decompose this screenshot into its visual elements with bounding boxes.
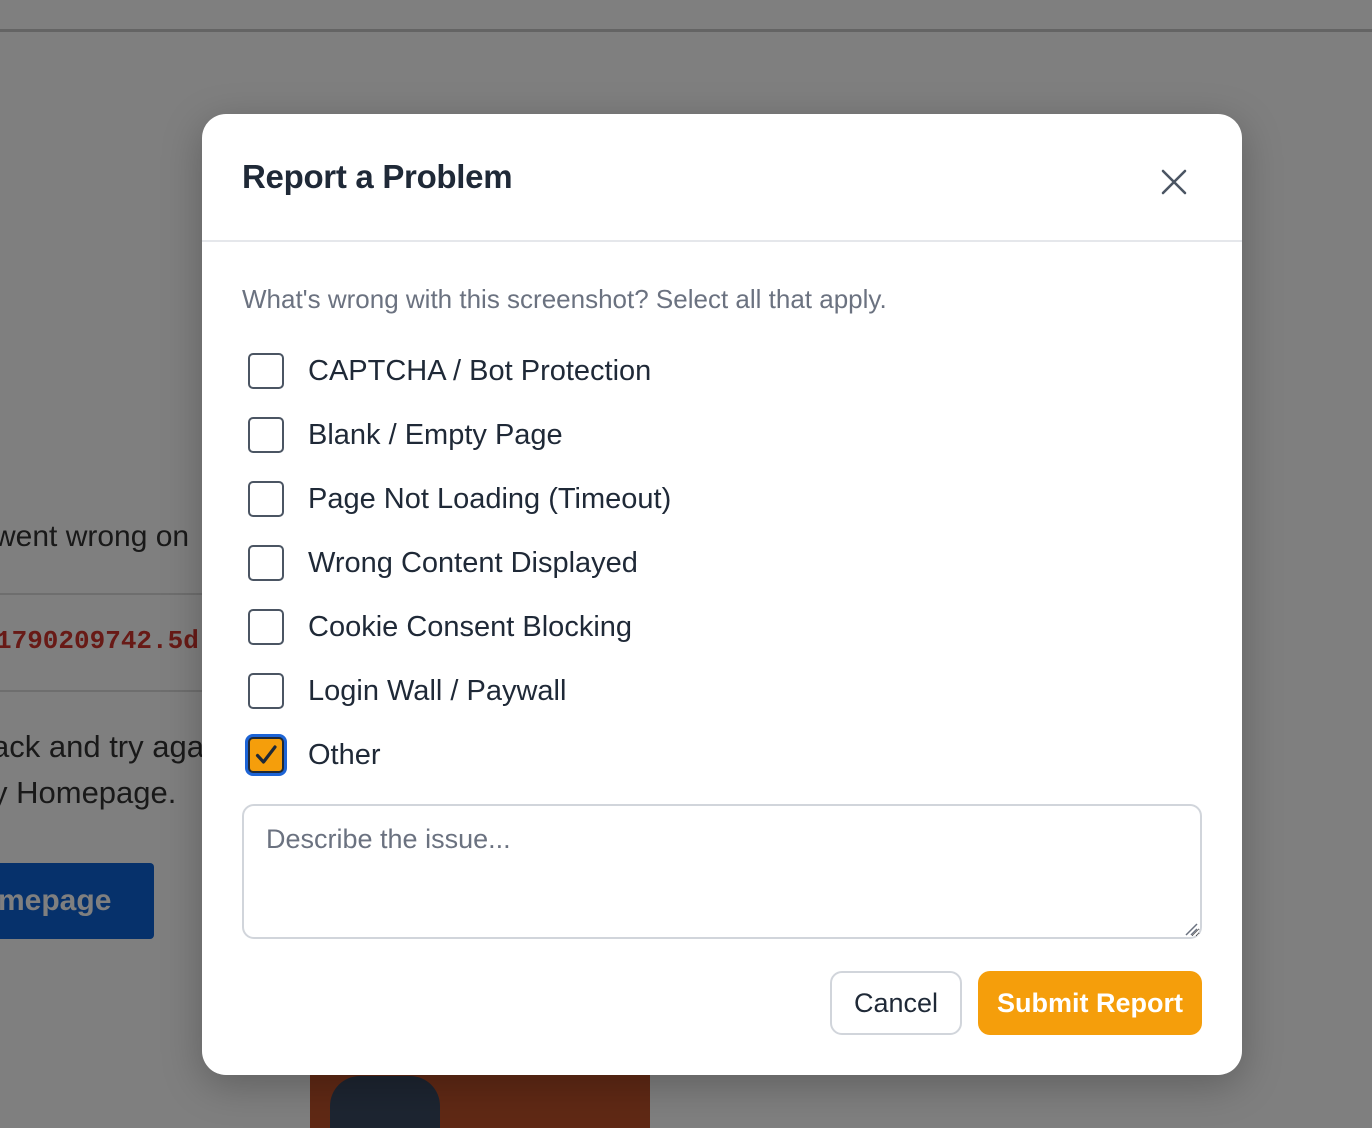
- option-login-wall[interactable]: Login Wall / Paywall: [246, 669, 566, 713]
- option-label: Wrong Content Displayed: [308, 546, 638, 579]
- checkbox[interactable]: [248, 545, 284, 581]
- cancel-button[interactable]: Cancel: [830, 971, 962, 1035]
- option-other[interactable]: Other: [246, 733, 381, 777]
- option-not-loading[interactable]: Page Not Loading (Timeout): [246, 477, 671, 521]
- checkbox[interactable]: [248, 673, 284, 709]
- submit-report-button[interactable]: Submit Report: [978, 971, 1202, 1035]
- option-blank-page[interactable]: Blank / Empty Page: [246, 413, 563, 457]
- option-label: Page Not Loading (Timeout): [308, 482, 672, 515]
- issue-description-input[interactable]: [242, 804, 1202, 939]
- dialog-header: Report a Problem: [202, 114, 1242, 242]
- option-label: CAPTCHA / Bot Protection: [308, 354, 652, 387]
- option-label: Other: [308, 738, 381, 771]
- option-wrong-content[interactable]: Wrong Content Displayed: [246, 541, 638, 585]
- option-label: Blank / Empty Page: [308, 418, 563, 451]
- option-label: Login Wall / Paywall: [308, 674, 567, 707]
- checkbox[interactable]: [248, 481, 284, 517]
- checkbox[interactable]: [248, 353, 284, 389]
- option-captcha[interactable]: CAPTCHA / Bot Protection: [246, 349, 651, 393]
- close-icon: [1161, 169, 1187, 195]
- dialog-prompt: What's wrong with this screenshot? Selec…: [242, 284, 887, 314]
- dialog-title: Report a Problem: [242, 158, 513, 195]
- report-problem-dialog: Report a Problem What's wrong with this …: [202, 114, 1242, 1075]
- checkmark-icon: [255, 745, 277, 764]
- checkbox[interactable]: [248, 609, 284, 645]
- option-cookie-consent[interactable]: Cookie Consent Blocking: [246, 605, 632, 649]
- checkbox-checked[interactable]: [248, 737, 284, 773]
- close-button[interactable]: [1146, 154, 1202, 210]
- checkbox[interactable]: [248, 417, 284, 453]
- option-label: Cookie Consent Blocking: [308, 610, 633, 643]
